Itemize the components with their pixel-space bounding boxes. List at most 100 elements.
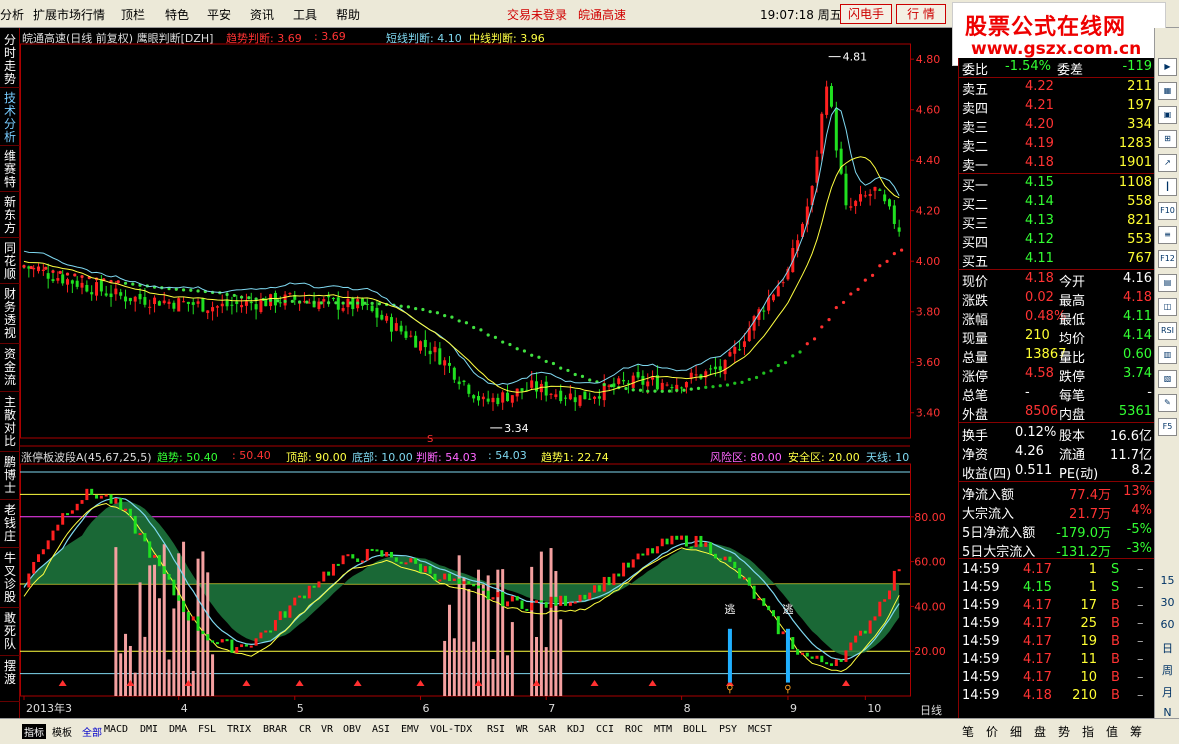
tab-baidu[interactable]: 摆渡 — [0, 658, 20, 702]
flash-trade-button[interactable]: 闪电手 — [840, 4, 892, 24]
menu-item-topbar[interactable]: 顶栏 — [121, 6, 145, 23]
tick-row[interactable]: 14:59 4.17 11 B – — [959, 651, 1155, 670]
rsi-icon[interactable]: RSI — [1158, 322, 1177, 340]
f5-icon[interactable]: F5 — [1158, 418, 1177, 436]
buy-row[interactable]: 买三 4.13 821 — [959, 212, 1155, 232]
f10-icon[interactable]: F10 — [1158, 202, 1177, 220]
sell-row[interactable]: 卖四 4.21 197 — [959, 97, 1155, 117]
indicator-tab[interactable]: VOL-TDX — [430, 724, 472, 735]
tab-intraday[interactable]: 分时走势 — [0, 32, 20, 88]
indicator-tab[interactable]: MACD — [104, 724, 128, 735]
tab-pengboshi[interactable]: 鹏博士 — [0, 454, 20, 500]
chart-icon[interactable]: ▦ — [1158, 82, 1177, 100]
pencil-icon[interactable]: ✎ — [1158, 394, 1177, 412]
indicator-tab[interactable]: FSL — [198, 724, 216, 735]
tab-tonghuashun[interactable]: 同花顺 — [0, 240, 20, 284]
indicator-tab[interactable]: RSI — [487, 724, 505, 735]
f12-icon[interactable]: F12 — [1158, 250, 1177, 268]
menu-item-pingan[interactable]: 平安 — [207, 6, 231, 23]
period-button[interactable]: 日 — [1157, 640, 1178, 656]
tab-diagnose[interactable]: 牛叉诊股 — [0, 550, 20, 608]
play-icon[interactable]: ▶ — [1158, 58, 1177, 76]
tab-laoqianzhuang[interactable]: 老钱庄 — [0, 502, 20, 548]
quote-tab[interactable]: 值 — [1106, 723, 1118, 740]
quote-button[interactable]: 行 情 — [896, 4, 946, 24]
sell-row[interactable]: 卖二 4.19 1283 — [959, 135, 1155, 155]
tick-row[interactable]: 14:59 4.17 25 B – — [959, 615, 1155, 634]
grid-icon[interactable]: ⊞ — [1158, 130, 1177, 148]
calc-icon[interactable]: ▤ — [1158, 274, 1177, 292]
quote-tab[interactable]: 价 — [986, 723, 998, 740]
menu-item-special[interactable]: 特色 — [165, 6, 189, 23]
tick-row[interactable]: 14:59 4.17 19 B – — [959, 633, 1155, 652]
menu-item-tools[interactable]: 工具 — [293, 6, 317, 23]
tick-row[interactable]: 14:59 4.15 1 S – — [959, 579, 1155, 598]
sell-row[interactable]: 卖一 4.18 1901 — [959, 154, 1155, 174]
period-button[interactable]: 月 — [1157, 684, 1178, 700]
menu-item-ext-market[interactable]: 扩展市场行情 — [33, 6, 105, 23]
indicator-tab[interactable]: WR — [516, 724, 528, 735]
tab-weisaite[interactable]: 维赛特 — [0, 148, 20, 192]
table-icon[interactable]: ≡ — [1158, 226, 1177, 244]
indicator-tab[interactable]: TRIX — [227, 724, 251, 735]
tab-fund-flow[interactable]: 资金流 — [0, 346, 20, 392]
layers-icon[interactable]: ◫ — [1158, 298, 1177, 316]
tick-row[interactable]: 14:59 4.17 17 B – — [959, 597, 1155, 616]
indicator-tab[interactable]: 全部 — [82, 724, 102, 739]
indicator-tab[interactable]: BRAR — [263, 724, 287, 735]
indicator-tab[interactable]: DMI — [140, 724, 158, 735]
kline-chart[interactable]: 4.80 4.60 4.40 4.20 4.00 3.80 3.60 3.40 80.00 60.… — [20, 28, 958, 718]
indicator-tab[interactable]: CR — [299, 724, 311, 735]
period-button[interactable]: 15 — [1157, 574, 1178, 587]
menu-item-help[interactable]: 帮助 — [336, 6, 360, 23]
buy-row[interactable]: 买一 4.15 1108 — [959, 174, 1155, 194]
tick-row[interactable]: 14:59 4.17 10 B – — [959, 669, 1155, 688]
indicator-tab[interactable]: MCST — [748, 724, 772, 735]
window-icon[interactable]: ▣ — [1158, 106, 1177, 124]
trend-icon[interactable]: ↗ — [1158, 154, 1177, 172]
period-button[interactable]: 60 — [1157, 618, 1178, 631]
indicator-tab[interactable]: ROC — [625, 724, 643, 735]
indicator-tab[interactable]: EMV — [401, 724, 419, 735]
chart-area[interactable]: 4.80 4.60 4.40 4.20 4.00 3.80 3.60 3.40 80.00 60.… — [20, 28, 958, 718]
period-button[interactable]: 周 — [1157, 662, 1178, 678]
filter-icon[interactable]: ▧ — [1158, 370, 1177, 388]
indicator-tab[interactable]: 模板 — [52, 724, 72, 739]
kline-icon[interactable]: ┃ — [1158, 178, 1177, 196]
tick-row[interactable]: 14:59 4.17 1 S – — [959, 561, 1155, 580]
quote-tab[interactable]: 细 — [1010, 723, 1022, 740]
menu-item-news[interactable]: 资讯 — [250, 6, 274, 23]
buy-row[interactable]: 买五 4.11 767 — [959, 250, 1155, 270]
indicator-tab[interactable]: MTM — [654, 724, 672, 735]
menu-item-analysis[interactable]: 分析 — [0, 6, 24, 23]
tick-row[interactable]: 14:59 4.18 210 B – — [959, 687, 1155, 706]
login-status[interactable]: 交易未登录 — [507, 6, 567, 23]
indicator-tab[interactable]: CCI — [596, 724, 614, 735]
indicator-tab[interactable]: DMA — [169, 724, 187, 735]
quote-tab[interactable]: 指 — [1082, 723, 1094, 740]
tab-compare[interactable]: 主散对比 — [0, 394, 20, 452]
sell-row[interactable]: 卖五 4.22 211 — [959, 78, 1155, 98]
sell-row[interactable]: 卖三 4.20 334 — [959, 116, 1155, 136]
period-label[interactable]: 日线 — [920, 702, 942, 718]
quote-tab[interactable]: 盘 — [1034, 723, 1046, 740]
buy-row[interactable]: 买四 4.12 553 — [959, 231, 1155, 251]
quote-tab[interactable]: 筹 — [1130, 723, 1142, 740]
indicator-tab[interactable]: KDJ — [567, 724, 585, 735]
indicator-tab[interactable]: ASI — [372, 724, 390, 735]
indicator-tab[interactable]: VR — [321, 724, 333, 735]
tab-xindongfang[interactable]: 新东方 — [0, 194, 20, 238]
period-button[interactable]: 30 — [1157, 596, 1178, 609]
indicator-tab[interactable]: SAR — [538, 724, 556, 735]
tab-gansidui[interactable]: 敢死队 — [0, 610, 20, 656]
indicator-tab[interactable]: BOLL — [683, 724, 707, 735]
quote-tab[interactable]: 笔 — [962, 723, 974, 740]
quote-tab[interactable]: 势 — [1058, 723, 1070, 740]
indicator-tab[interactable]: 指标 — [22, 724, 46, 739]
buy-row[interactable]: 买二 4.14 558 — [959, 193, 1155, 213]
indicator-tab[interactable]: PSY — [719, 724, 737, 735]
tab-finance[interactable]: 财务透视 — [0, 286, 20, 344]
bookmark-icon[interactable]: ▥ — [1158, 346, 1177, 364]
indicator-tab[interactable]: OBV — [343, 724, 361, 735]
tab-technical[interactable]: 技术分析 — [0, 90, 20, 146]
